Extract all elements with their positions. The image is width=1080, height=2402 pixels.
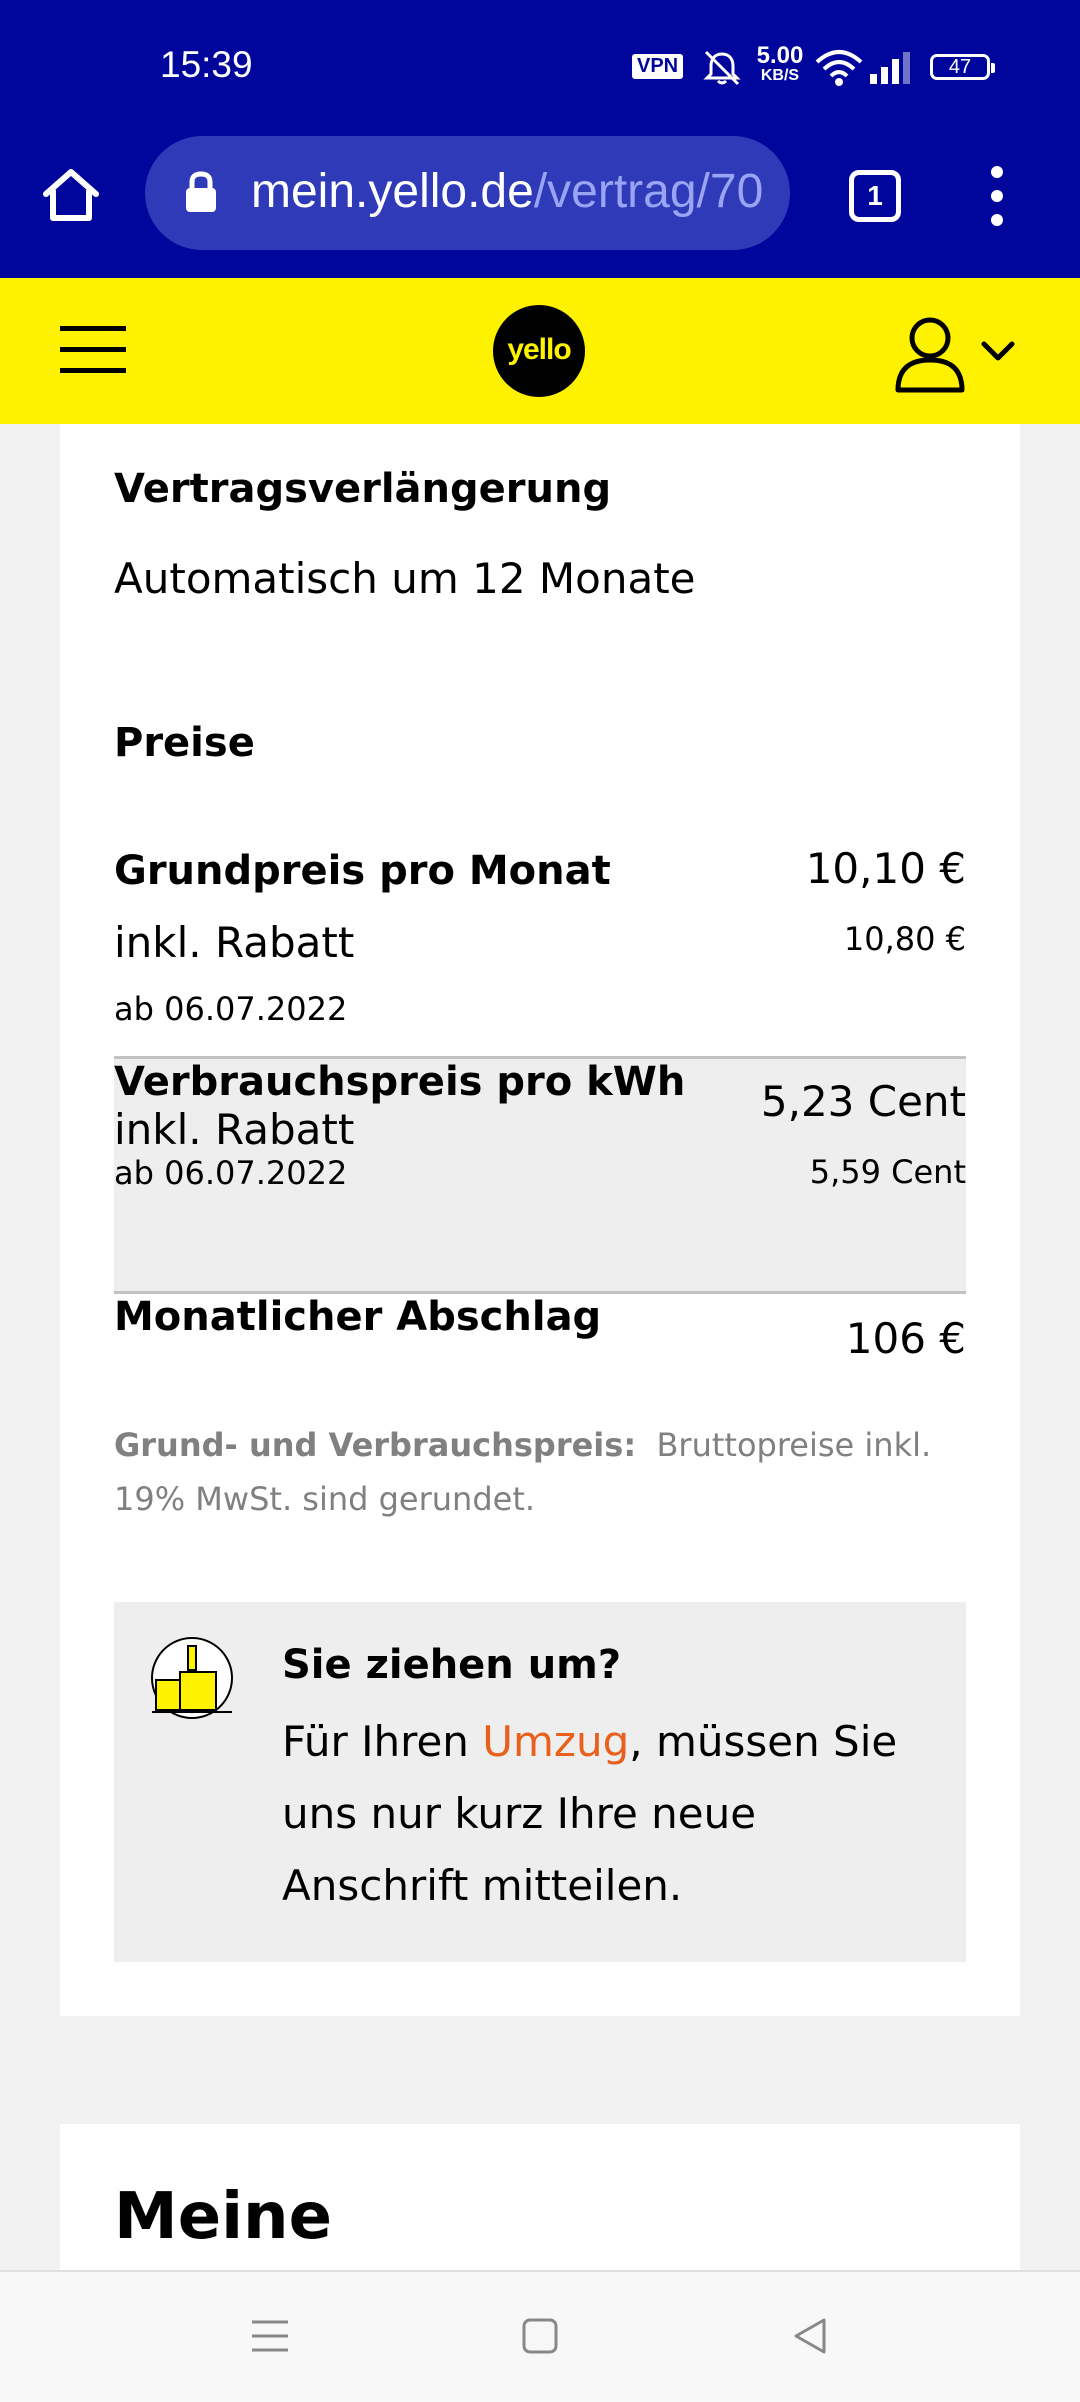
status-time: 15:39: [160, 44, 253, 85]
url-path: /vertrag/70: [533, 165, 764, 218]
address-bar[interactable]: mein.yello.de/vertrag/70: [145, 136, 790, 250]
system-navigation-bar: [0, 2270, 1080, 2402]
monthly-payment-value: 106 €: [845, 1314, 966, 1363]
moving-link[interactable]: Umzug: [482, 1717, 629, 1766]
moving-title: Sie ziehen um?: [282, 1642, 622, 1688]
chevron-down-icon: [981, 341, 1015, 361]
lock-icon: [186, 171, 216, 212]
yello-logo[interactable]: yello: [493, 305, 585, 397]
base-price-sublabel: inkl. Rabatt: [114, 918, 355, 967]
moving-text-start: Für Ihren: [282, 1717, 483, 1766]
extension-label: Vertragsverlängerung: [114, 466, 612, 512]
base-price-original: 10,80 €: [843, 920, 966, 958]
recent-apps-icon[interactable]: [250, 2316, 290, 2356]
consumption-price-row: Verbrauchspreis pro kWh 5,23 Cent inkl. …: [114, 1059, 966, 1291]
url-text[interactable]: mein.yello.de/vertrag/70: [251, 164, 771, 219]
signal-icon: [870, 52, 910, 84]
consumption-price-original: 5,59 Cent: [809, 1153, 966, 1191]
tab-switcher-button[interactable]: 1: [849, 170, 901, 222]
home-icon[interactable]: [40, 164, 102, 226]
moving-box-lamp-icon: [151, 1637, 233, 1719]
hamburger-icon[interactable]: [58, 322, 128, 378]
base-price-value: 10,10 €: [805, 844, 966, 893]
network-speed: 5.00 KB/S: [752, 44, 808, 84]
user-icon[interactable]: [894, 314, 1024, 394]
monthly-payment-row: Monatlicher Abschlag 106 €: [114, 1294, 966, 1384]
back-icon[interactable]: [790, 2316, 830, 2356]
more-vert-icon[interactable]: [982, 164, 1012, 228]
monthly-payment-label: Monatlicher Abschlag: [114, 1294, 602, 1340]
moving-text: Für Ihren Umzug, müssen Sie uns nur kurz…: [282, 1706, 922, 1922]
battery-icon: 47: [930, 54, 995, 80]
price-note-bold: Grund- und Verbrauchspreis:: [114, 1426, 637, 1464]
base-price-date: ab 06.07.2022: [114, 990, 348, 1028]
status-bar: 15:39 VPN 5.00 KB/S 47: [0, 0, 1080, 136]
vpn-badge: VPN: [632, 54, 684, 79]
url-domain: mein.yello.de: [251, 165, 534, 218]
browser-toolbar: mein.yello.de/vertrag/70 1: [0, 136, 1080, 278]
base-price-label: Grundpreis pro Monat: [114, 848, 611, 894]
price-note: Grund- und Verbrauchspreis: Bruttopreise…: [114, 1418, 966, 1526]
next-section-heading: Meine: [114, 2180, 332, 2254]
speed-unit: KB/S: [760, 67, 800, 84]
wifi-icon: [815, 50, 863, 86]
site-header: yello: [0, 278, 1080, 424]
home-nav-icon[interactable]: [520, 2316, 560, 2356]
moving-teaser-box: Sie ziehen um? Für Ihren Umzug, müssen S…: [114, 1602, 966, 1962]
extension-value: Automatisch um 12 Monate: [114, 554, 696, 603]
speed-value: 5.00: [756, 42, 804, 69]
mute-bell-icon: [703, 50, 741, 86]
prices-heading: Preise: [114, 720, 255, 766]
consumption-price-value: 5,23 Cent: [760, 1077, 966, 1126]
